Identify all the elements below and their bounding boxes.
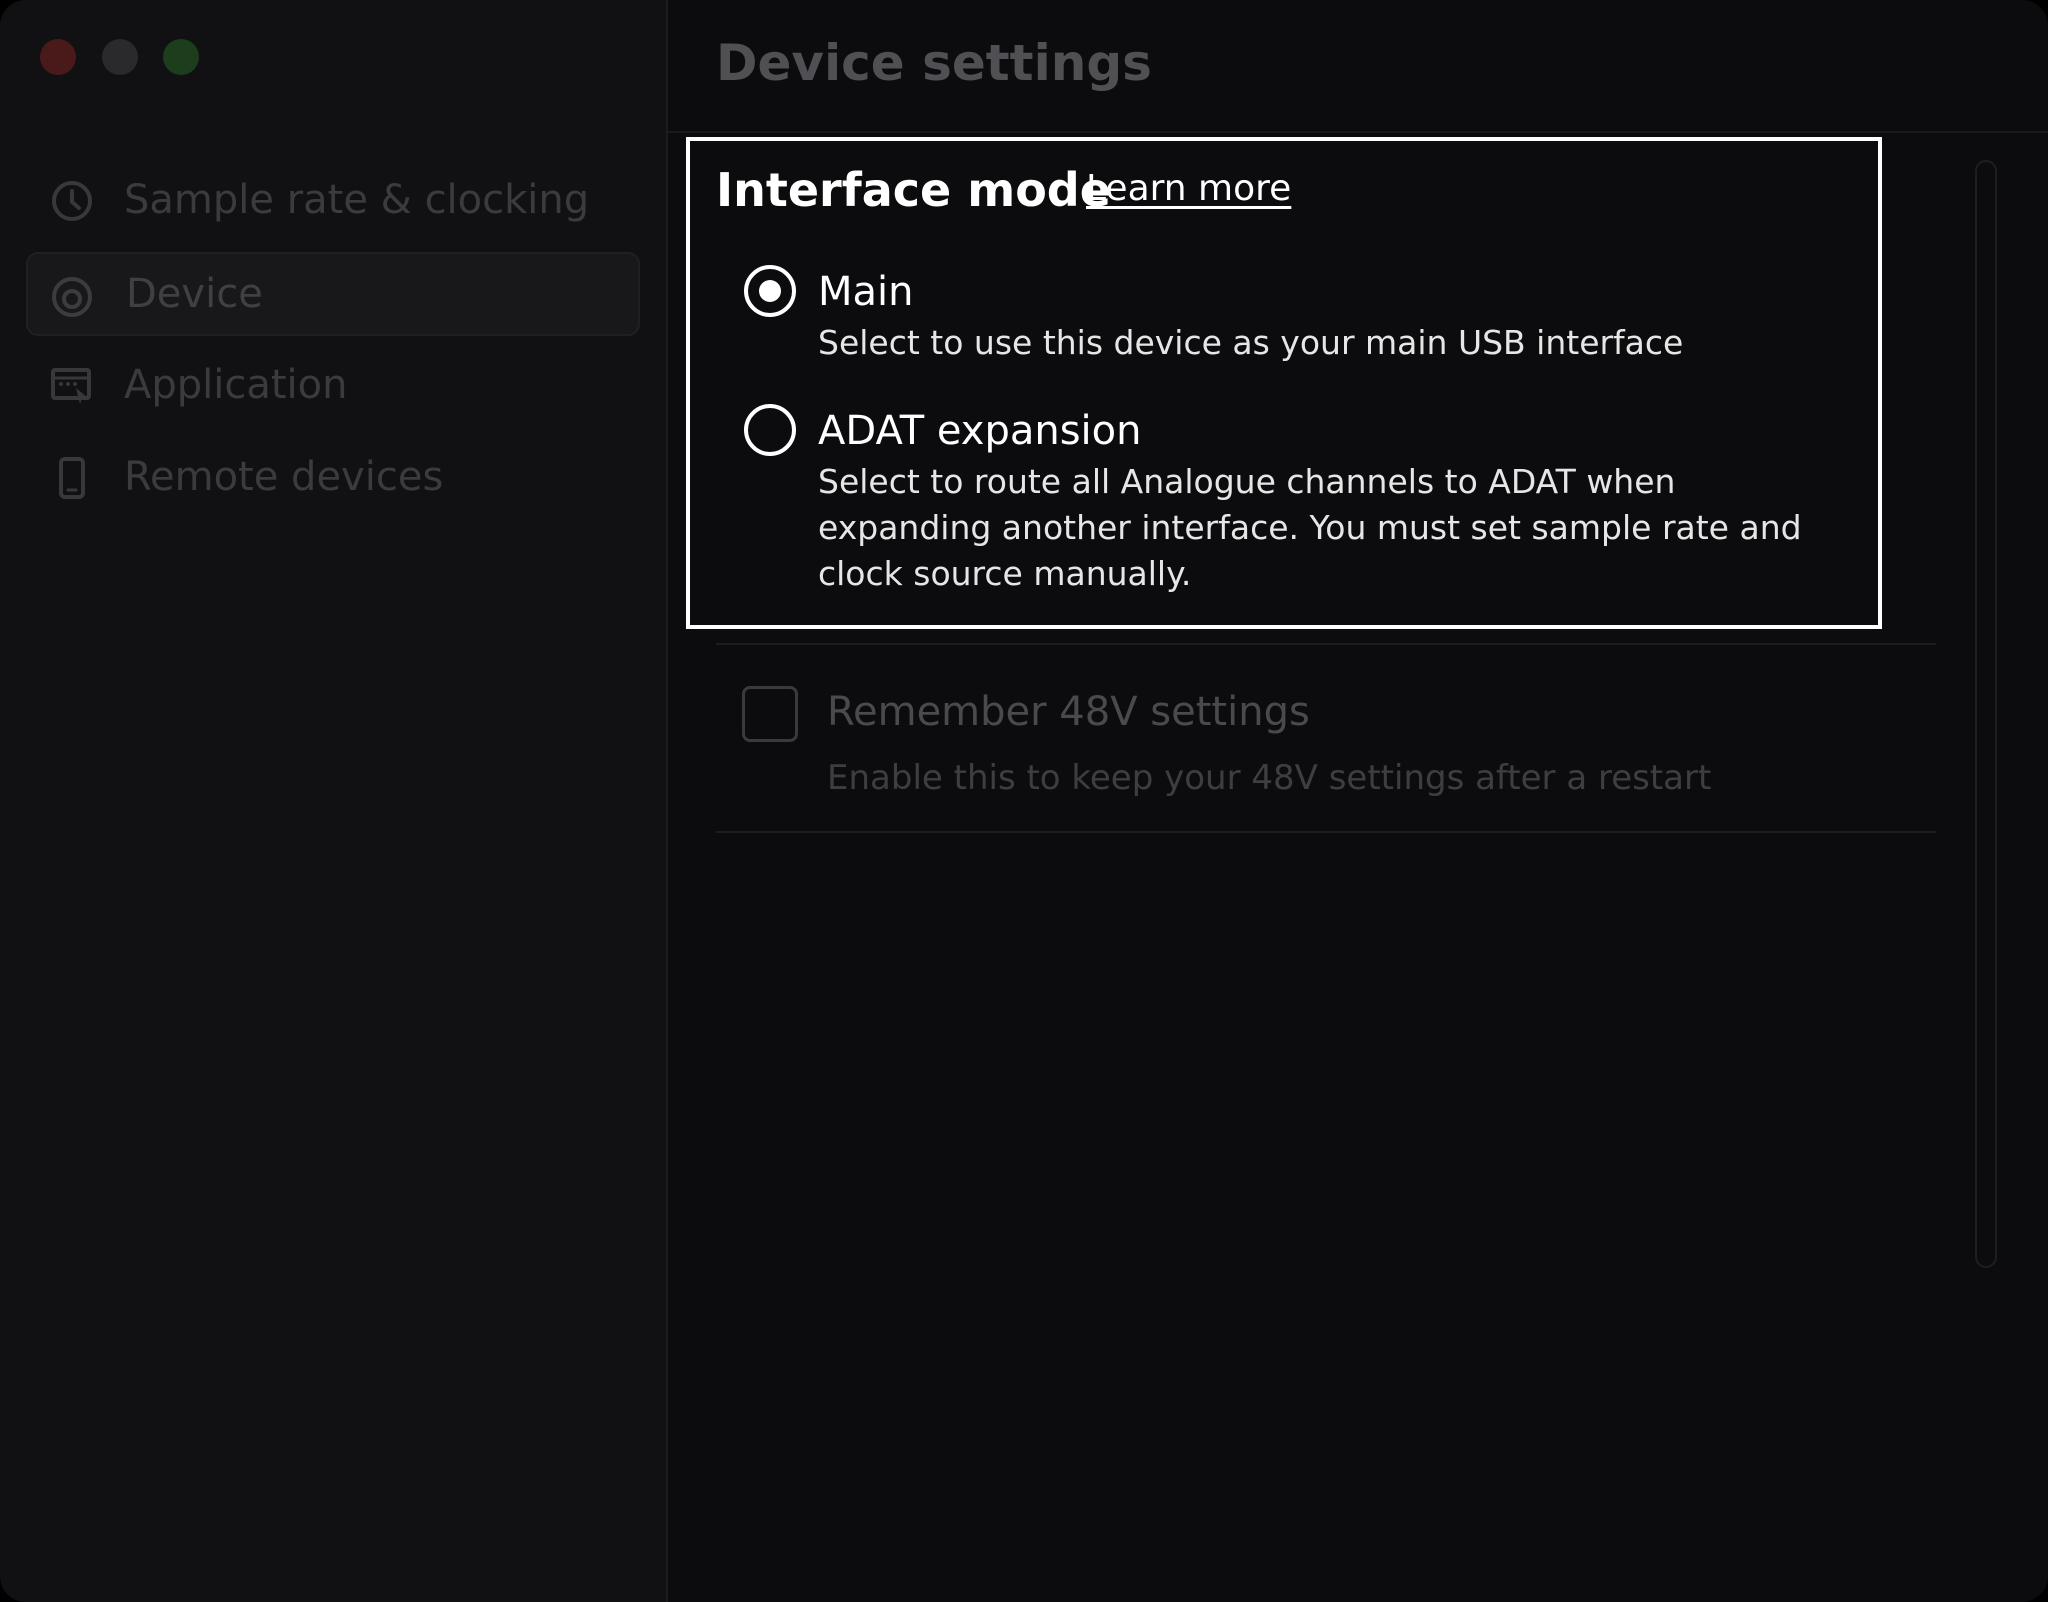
remember-48v-checkbox[interactable]	[742, 686, 798, 742]
sidebar-item-application[interactable]: Application	[26, 343, 640, 427]
header-divider	[668, 131, 2048, 133]
sidebar-item-label: Application	[124, 362, 348, 408]
remember-48v-description: Enable this to keep your 48V settings af…	[827, 758, 1712, 798]
window-maximize-button[interactable]	[163, 39, 199, 75]
sidebar: Sample rate & clocking Device Applicatio…	[0, 0, 668, 1602]
phone-icon	[59, 457, 85, 499]
sidebar-item-device[interactable]: Device	[26, 252, 640, 336]
radio-adat-expansion[interactable]	[744, 404, 796, 456]
option-main-label: Main	[818, 269, 914, 315]
section-divider	[716, 643, 1936, 645]
window-minimize-button[interactable]	[102, 39, 138, 75]
sidebar-item-remote-devices[interactable]: Remote devices	[26, 435, 640, 519]
sidebar-item-label: Remote devices	[124, 454, 444, 500]
clock-icon	[52, 181, 92, 221]
option-main-description: Select to use this device as your main U…	[818, 323, 1684, 362]
sidebar-item-label: Device	[126, 271, 263, 317]
sidebar-item-sample-rate[interactable]: Sample rate & clocking	[26, 158, 640, 242]
application-icon	[51, 368, 91, 404]
window-close-button[interactable]	[40, 39, 76, 75]
interface-mode-title: Interface mode	[716, 163, 1111, 217]
radio-main[interactable]	[744, 265, 796, 317]
page-title: Device settings	[716, 34, 1152, 92]
scrollbar[interactable]	[1975, 160, 1997, 1268]
option-adat-label: ADAT expansion	[818, 408, 1142, 454]
app-window: Sample rate & clocking Device Applicatio…	[0, 0, 2048, 1602]
sidebar-item-label: Sample rate & clocking	[124, 177, 590, 223]
option-adat-description: Select to route all Analogue channels to…	[818, 462, 1802, 593]
remember-48v-label: Remember 48V settings	[827, 689, 1310, 735]
section-divider	[716, 831, 1936, 833]
learn-more-link[interactable]: Learn more	[1086, 164, 1291, 214]
radio-selected-dot	[759, 280, 781, 302]
device-icon	[52, 277, 92, 317]
